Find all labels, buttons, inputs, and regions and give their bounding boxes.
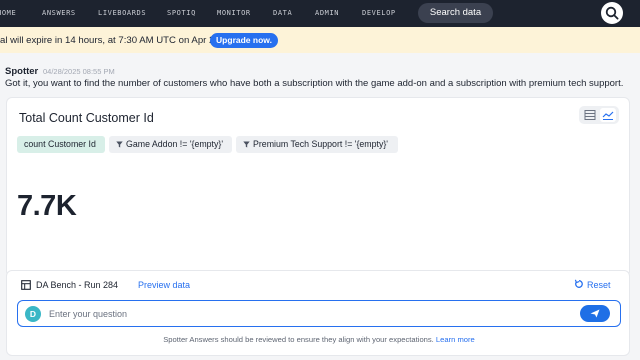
filter-chip-game-addon[interactable]: Game Addon != '{empty}' bbox=[109, 136, 232, 153]
avatar: D bbox=[25, 306, 41, 322]
reset-icon[interactable] bbox=[574, 279, 584, 289]
chart-view-button[interactable] bbox=[600, 108, 616, 122]
answer-title: Total Count Customer Id bbox=[19, 111, 154, 125]
nav-spotiq[interactable]: SPOTIQ bbox=[167, 9, 196, 17]
disclaimer: Spotter Answers should be reviewed to en… bbox=[7, 335, 631, 344]
message-author: Spotter bbox=[5, 66, 39, 77]
question-input[interactable] bbox=[49, 306, 569, 322]
nav-data[interactable]: DATA bbox=[273, 9, 292, 17]
viz-toggle bbox=[579, 106, 619, 124]
measure-chip-label: count Customer Id bbox=[24, 139, 96, 149]
question-input-box: D bbox=[17, 300, 621, 327]
composer-panel: DA Bench - Run 284 Preview data Reset D … bbox=[6, 270, 630, 356]
filter-icon bbox=[116, 141, 123, 148]
trial-banner-text: al will expire in 14 hours, at 7:30 AM U… bbox=[0, 35, 223, 46]
kpi-value: 7.7K bbox=[17, 190, 77, 222]
upgrade-button[interactable]: Upgrade now. bbox=[210, 33, 278, 48]
nav-home[interactable]: HOME bbox=[0, 9, 16, 17]
nav-develop[interactable]: DEVELOP bbox=[362, 9, 396, 17]
nav-monitor[interactable]: MONITOR bbox=[217, 9, 251, 17]
reset-button[interactable]: Reset bbox=[587, 280, 611, 290]
chart-icon bbox=[602, 111, 614, 120]
table-icon bbox=[584, 110, 596, 120]
datasource-name[interactable]: DA Bench - Run 284 bbox=[36, 280, 118, 290]
search-icon bbox=[605, 6, 619, 20]
trial-banner: al will expire in 14 hours, at 7:30 AM U… bbox=[0, 27, 640, 53]
table-view-button[interactable] bbox=[582, 108, 598, 122]
nav-admin[interactable]: ADMIN bbox=[315, 9, 339, 17]
filter-chip-label: Game Addon != '{empty}' bbox=[126, 139, 224, 149]
message-text: Got it, you want to find the number of c… bbox=[5, 78, 624, 89]
filter-icon bbox=[243, 141, 250, 148]
preview-data-link[interactable]: Preview data bbox=[138, 280, 190, 290]
send-icon bbox=[590, 309, 600, 318]
disclaimer-text: Spotter Answers should be reviewed to en… bbox=[163, 335, 434, 344]
message-timestamp: 04/28/2025 08:55 PM bbox=[43, 67, 115, 76]
nav-answers[interactable]: ANSWERS bbox=[42, 9, 76, 17]
datasource-icon bbox=[21, 280, 31, 290]
filter-chip-premium-support[interactable]: Premium Tech Support != '{empty}' bbox=[236, 136, 398, 153]
measure-chip[interactable]: count Customer Id bbox=[17, 136, 105, 153]
search-data-button[interactable]: Search data bbox=[418, 3, 493, 23]
answer-card: Total Count Customer Id count Customer I… bbox=[6, 97, 630, 277]
global-search-button[interactable] bbox=[601, 2, 623, 24]
filter-chip-label: Premium Tech Support != '{empty}' bbox=[253, 139, 388, 149]
learn-more-link[interactable]: Learn more bbox=[436, 335, 475, 344]
nav-liveboards[interactable]: LIVEBOARDS bbox=[98, 9, 146, 17]
send-button[interactable] bbox=[580, 305, 610, 322]
top-nav: HOME ANSWERS LIVEBOARDS SPOTIQ MONITOR D… bbox=[0, 0, 640, 27]
